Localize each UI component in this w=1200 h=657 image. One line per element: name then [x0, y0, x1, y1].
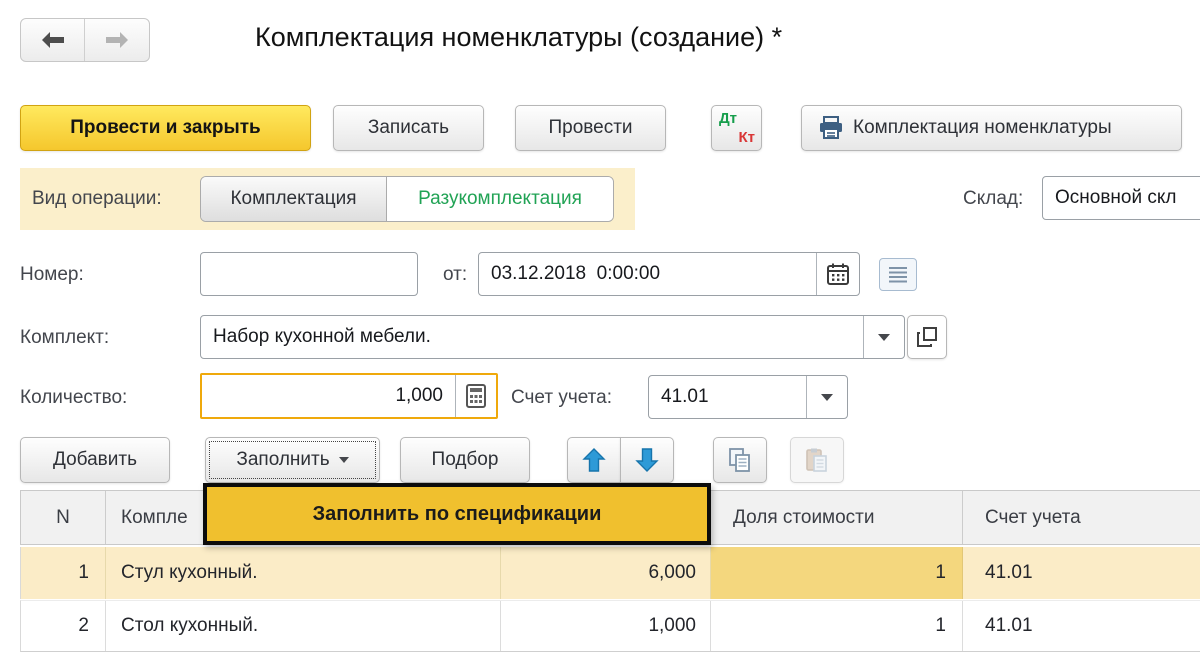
- date-label: от:: [443, 264, 467, 286]
- calendar-icon: [826, 262, 850, 286]
- table-row[interactable]: 1 Стул кухонный. 6,000 1 41.01: [20, 547, 1200, 599]
- warehouse-value: Основной скл: [1043, 187, 1189, 209]
- copy-row-button[interactable]: [713, 437, 767, 483]
- fill-menu-button[interactable]: Заполнить: [205, 437, 380, 483]
- add-row-button[interactable]: Добавить: [20, 437, 170, 483]
- cell-component[interactable]: Стол кухонный.: [106, 601, 501, 651]
- menu-item-fill-by-specification[interactable]: Заполнить по спецификации: [203, 483, 711, 545]
- operation-assembly-label: Комплектация: [230, 188, 356, 210]
- print-assembly-label: Комплектация номенклатуры: [853, 117, 1112, 139]
- move-row-up-button[interactable]: [567, 437, 621, 483]
- document-list-button[interactable]: [879, 258, 917, 291]
- move-row-group: [567, 437, 674, 483]
- pick-items-label: Подбор: [432, 449, 499, 471]
- pick-items-button[interactable]: Подбор: [400, 437, 530, 483]
- date-input[interactable]: 03.12.2018 0:00:00: [478, 252, 860, 296]
- cell-account[interactable]: 41.01: [963, 601, 1200, 651]
- write-button[interactable]: Записать: [333, 105, 484, 151]
- post-label: Провести: [548, 117, 632, 139]
- move-row-down-button[interactable]: [620, 437, 674, 483]
- paste-row-button[interactable]: [790, 437, 844, 483]
- number-input[interactable]: [200, 252, 418, 296]
- copy-icon: [727, 447, 753, 473]
- warehouse-input[interactable]: Основной скл: [1042, 176, 1200, 220]
- account-input[interactable]: 41.01: [648, 375, 848, 419]
- cell-account[interactable]: 41.01: [963, 547, 1200, 599]
- account-label: Счет учета:: [511, 387, 612, 409]
- kit-input[interactable]: Набор кухонной мебели.: [200, 315, 905, 359]
- post-and-close-label: Провести и закрыть: [70, 117, 261, 139]
- page-title: Комплектация номенклатуры (создание) *: [255, 22, 782, 53]
- fill-menu-label: Заполнить: [236, 449, 329, 471]
- kit-open-button[interactable]: [907, 315, 947, 359]
- quantity-input[interactable]: 1,000: [200, 373, 498, 419]
- arrow-up-icon: [582, 447, 606, 473]
- back-button[interactable]: [21, 19, 85, 61]
- header-n[interactable]: N: [21, 491, 106, 544]
- cell-n[interactable]: 2: [21, 601, 106, 651]
- post-button[interactable]: Провести: [515, 105, 666, 151]
- back-arrow-icon: [40, 29, 66, 51]
- calculator-icon: [466, 384, 486, 408]
- cell-share[interactable]: 1: [711, 601, 963, 651]
- warehouse-label: Склад:: [963, 188, 1023, 210]
- forward-button[interactable]: [85, 19, 149, 61]
- account-value: 41.01: [649, 386, 806, 408]
- header-share[interactable]: Доля стоимости: [711, 491, 963, 544]
- quantity-value: 1,000: [202, 385, 455, 407]
- kit-dropdown-button[interactable]: [864, 316, 904, 358]
- forward-arrow-icon: [104, 29, 130, 51]
- list-lines-icon: [887, 266, 909, 283]
- operation-type-label: Вид операции:: [32, 188, 162, 210]
- post-and-close-button[interactable]: Провести и закрыть: [20, 105, 311, 151]
- open-form-icon: [916, 326, 938, 348]
- chevron-down-icon: [339, 457, 349, 463]
- number-label: Номер:: [20, 264, 84, 286]
- cell-quantity[interactable]: 6,000: [501, 547, 711, 599]
- print-assembly-button[interactable]: Комплектация номенклатуры: [801, 105, 1182, 151]
- date-value: 03.12.2018 0:00:00: [479, 263, 816, 285]
- operation-option-assembly[interactable]: Комплектация: [201, 177, 387, 221]
- printer-icon: [818, 116, 844, 140]
- arrow-down-icon: [635, 447, 659, 473]
- header-account[interactable]: Счет учета: [963, 491, 1200, 544]
- table-row[interactable]: 2 Стол кухонный. 1,000 1 41.01: [20, 600, 1200, 652]
- operation-type-toggle: Комплектация Разукомплектация: [200, 176, 614, 222]
- calendar-picker-button[interactable]: [817, 253, 859, 295]
- chevron-down-icon: [878, 334, 890, 341]
- operation-option-disassembly[interactable]: Разукомплектация: [387, 177, 613, 221]
- cell-component[interactable]: Стул кухонный.: [106, 547, 501, 599]
- cell-share-selected[interactable]: 1: [711, 547, 963, 599]
- add-row-label: Добавить: [53, 449, 137, 471]
- quantity-label: Количество:: [20, 387, 127, 409]
- dt-icon: Дт: [719, 110, 737, 127]
- operation-disassembly-label: Разукомплектация: [418, 188, 582, 210]
- paste-icon: [804, 447, 830, 473]
- cell-n[interactable]: 1: [21, 547, 106, 599]
- write-label: Записать: [368, 117, 449, 139]
- kit-value: Набор кухонной мебели.: [201, 326, 863, 348]
- calculator-button[interactable]: [456, 375, 496, 417]
- dt-kt-postings-button[interactable]: Дт Кт: [711, 105, 762, 151]
- account-dropdown-button[interactable]: [807, 376, 847, 418]
- cell-quantity[interactable]: 1,000: [501, 601, 711, 651]
- assembly-document-window: Комплектация номенклатуры (создание) * П…: [0, 0, 1200, 657]
- kit-label: Комплект:: [20, 327, 109, 349]
- kt-icon: Кт: [738, 129, 755, 146]
- fill-by-specification-label: Заполнить по спецификации: [313, 503, 602, 526]
- history-nav-group: [20, 18, 150, 62]
- chevron-down-icon: [821, 394, 833, 401]
